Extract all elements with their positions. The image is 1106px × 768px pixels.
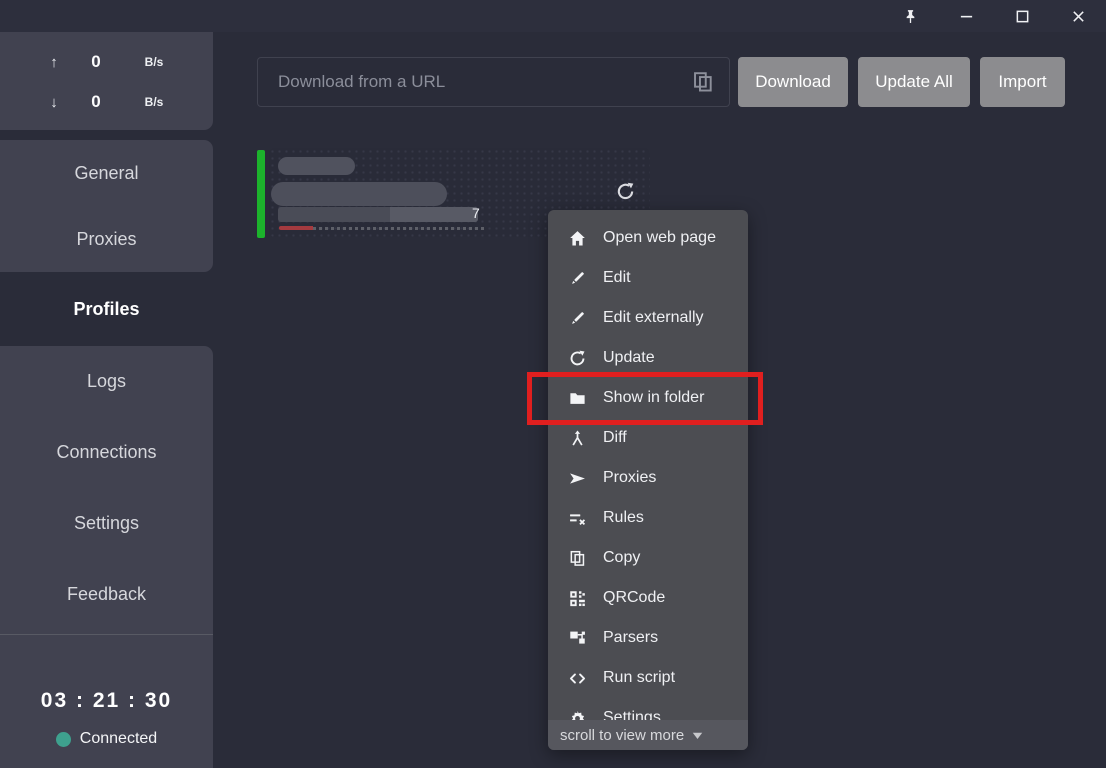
pencil-icon xyxy=(569,269,587,287)
sidebar: ↑ 0 B/s ↓ 0 B/s GeneralProxies Profiles … xyxy=(0,32,213,768)
traffic-panel: ↑ 0 B/s ↓ 0 B/s xyxy=(0,32,213,130)
status-label: Connected xyxy=(80,730,157,748)
menu-item-parsers[interactable]: Parsers xyxy=(548,618,748,658)
traffic-usage-bar xyxy=(279,226,484,230)
window-controls xyxy=(882,0,1106,32)
menu-item-open-web-page[interactable]: Open web page xyxy=(548,218,748,258)
menu-item-label: Open web page xyxy=(603,229,716,247)
sidebar-item-proxies[interactable]: Proxies xyxy=(0,206,213,272)
diff-icon xyxy=(569,429,587,447)
close-icon[interactable] xyxy=(1050,0,1106,32)
context-menu: Open web page Edit Edit externally Update Sh… xyxy=(548,210,748,750)
uptime-timer: 03 : 21 : 30 xyxy=(0,689,213,713)
download-speed: ↓ 0 B/s xyxy=(0,82,213,122)
url-input[interactable] xyxy=(257,57,730,107)
scroll-more-label: scroll to view more xyxy=(560,727,684,744)
menu-item-edit-externally[interactable]: Edit externally xyxy=(548,298,748,338)
redacted-profile-name xyxy=(278,157,355,175)
menu-item-show-in-folder[interactable]: Show in folder xyxy=(548,378,748,418)
redacted-profile-info-segment xyxy=(390,207,478,222)
menu-item-label: Rules xyxy=(603,509,644,527)
profile-visible-text: 7 xyxy=(472,205,480,221)
menu-item-label: Update xyxy=(603,349,655,367)
menu-item-label: Edit externally xyxy=(603,309,704,327)
menu-item-label: QRCode xyxy=(603,589,665,607)
import-button[interactable]: Import xyxy=(980,57,1065,107)
redacted-profile-info xyxy=(278,207,478,222)
upload-value: 0 xyxy=(68,52,124,72)
sidebar-nav-top: GeneralProxies xyxy=(0,140,213,272)
folder-icon xyxy=(569,389,587,407)
sidebar-item-logs[interactable]: Logs xyxy=(0,346,213,417)
minimize-icon[interactable] xyxy=(938,0,994,32)
refresh-icon[interactable] xyxy=(616,182,635,201)
sidebar-divider xyxy=(0,634,213,635)
code-icon xyxy=(569,669,587,687)
sidebar-gap xyxy=(0,130,213,140)
download-unit: B/s xyxy=(124,95,184,109)
maximize-icon[interactable] xyxy=(994,0,1050,32)
upload-unit: B/s xyxy=(124,55,184,69)
menu-item-proxies[interactable]: Proxies xyxy=(548,458,748,498)
pin-icon[interactable] xyxy=(882,0,938,32)
scroll-to-view-more[interactable]: scroll to view more xyxy=(548,720,748,750)
upload-arrow-icon: ↑ xyxy=(40,54,68,71)
parsers-icon xyxy=(569,629,587,647)
copy-icon[interactable] xyxy=(692,71,714,93)
menu-item-label: Parsers xyxy=(603,629,658,647)
menu-item-label: Show in folder xyxy=(603,389,704,407)
upload-speed: ↑ 0 B/s xyxy=(0,42,213,82)
connection-status: Connected xyxy=(0,730,213,748)
home-icon xyxy=(569,229,587,247)
sidebar-item-feedback[interactable]: Feedback xyxy=(0,559,213,630)
menu-item-edit[interactable]: Edit xyxy=(548,258,748,298)
sidebar-item-general[interactable]: General xyxy=(0,140,213,206)
update-all-button[interactable]: Update All xyxy=(858,57,970,107)
sidebar-nav-bottom: LogsConnectionsSettingsFeedback 03 : 21 … xyxy=(0,346,213,768)
menu-item-run-script[interactable]: Run script xyxy=(548,658,748,698)
download-arrow-icon: ↓ xyxy=(40,94,68,111)
title-bar xyxy=(0,0,1106,32)
menu-item-label: Run script xyxy=(603,669,675,687)
menu-item-label: Edit xyxy=(603,269,631,287)
send-icon xyxy=(569,469,587,487)
copy-icon xyxy=(569,549,587,567)
menu-item-copy[interactable]: Copy xyxy=(548,538,748,578)
refresh-icon xyxy=(569,349,587,367)
active-profile-indicator xyxy=(257,150,265,238)
menu-item-rules[interactable]: Rules xyxy=(548,498,748,538)
usage-bar-used xyxy=(279,226,313,230)
menu-item-label: Copy xyxy=(603,549,640,567)
usage-bar-rest xyxy=(313,227,484,230)
chevron-down-icon xyxy=(692,731,703,740)
menu-item-label: Proxies xyxy=(603,469,656,487)
redacted-profile-url xyxy=(271,182,447,206)
url-input-wrap xyxy=(257,57,730,107)
download-button[interactable]: Download xyxy=(738,57,848,107)
pencil-icon xyxy=(569,309,587,327)
sidebar-item-connections[interactable]: Connections xyxy=(0,417,213,488)
menu-item-diff[interactable]: Diff xyxy=(548,418,748,458)
menu-item-qrcode[interactable]: QRCode xyxy=(548,578,748,618)
rules-icon xyxy=(569,509,587,527)
menu-item-update[interactable]: Update xyxy=(548,338,748,378)
sidebar-item-settings[interactable]: Settings xyxy=(0,488,213,559)
status-dot-icon xyxy=(56,732,71,747)
qrcode-icon xyxy=(569,589,587,607)
menu-item-label: Diff xyxy=(603,429,627,447)
download-value: 0 xyxy=(68,92,124,112)
sidebar-item-profiles[interactable]: Profiles xyxy=(0,272,213,346)
